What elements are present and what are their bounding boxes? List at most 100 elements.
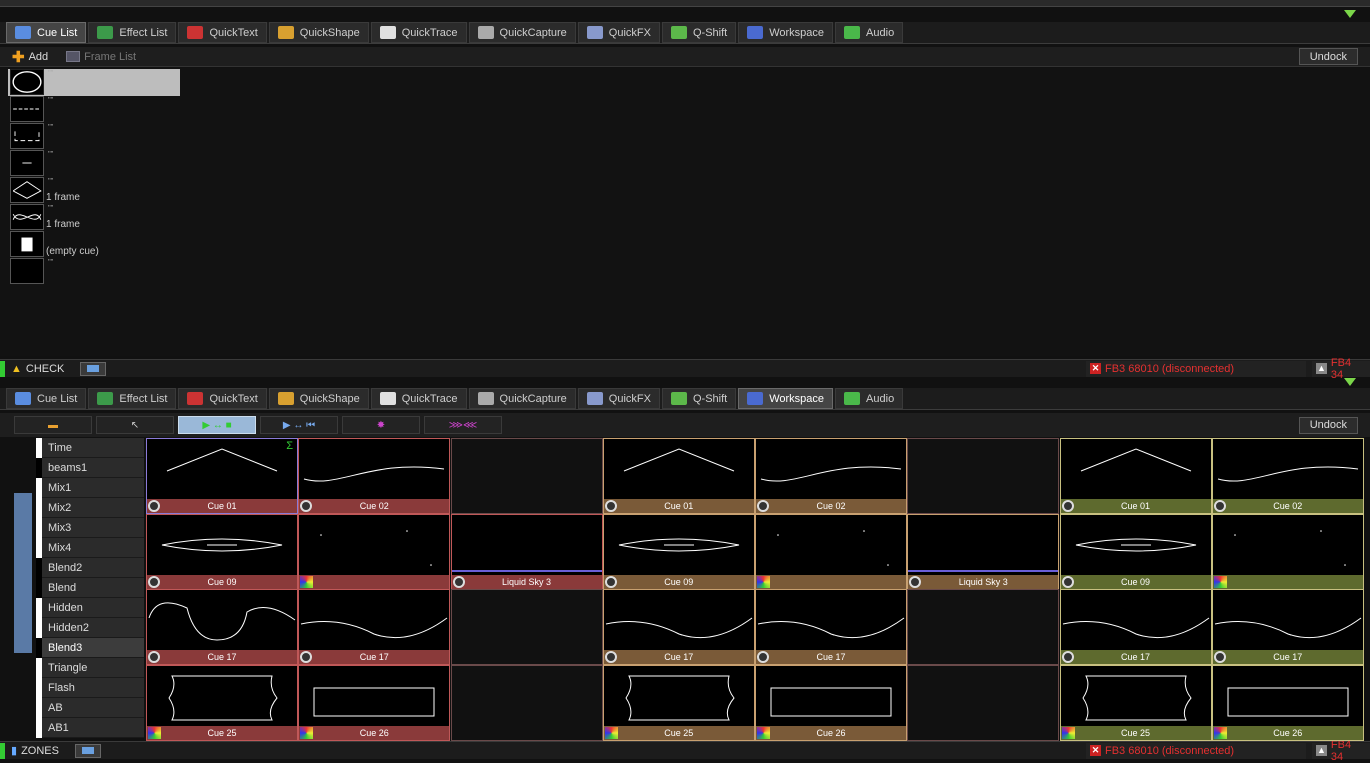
zone-item[interactable]: AB [36, 698, 144, 718]
edit-button[interactable]: ↖ [96, 416, 174, 434]
cue-cell[interactable]: Cue 02 [755, 438, 907, 514]
cue-cell[interactable]: Liquid Sky 3 [450, 513, 603, 590]
cue-item[interactable]: '''' [8, 123, 180, 150]
zone-item[interactable]: AB1 [36, 718, 144, 738]
sequence-button[interactable]: ▶ ↔ ⏮ [260, 416, 338, 434]
cue-cell[interactable] [755, 513, 907, 590]
collapse-arrow-icon[interactable] [1344, 378, 1356, 386]
cue-item[interactable]: '''' [8, 69, 180, 96]
tab-cue-list[interactable]: Cue List [6, 22, 87, 43]
cue-item[interactable]: '''' 1 frame [8, 204, 180, 231]
collapse-arrow-icon[interactable] [1344, 10, 1356, 18]
cue-cell[interactable]: Cue 26 [755, 664, 907, 741]
add-button[interactable]: ✚ Add [6, 48, 54, 66]
cue-cell[interactable] [907, 589, 1060, 665]
zone-item[interactable]: Blend3 [36, 638, 144, 658]
cue-preview [760, 466, 902, 482]
cue-item[interactable]: '''' 1 frame [8, 177, 180, 204]
zone-item[interactable]: Time [36, 438, 144, 458]
tab-workspace[interactable]: Workspace [738, 22, 834, 43]
cue-cell[interactable]: Cue 17 [298, 589, 451, 665]
cue-cell[interactable]: Cue 09 [602, 513, 755, 590]
zone-item[interactable]: Blend2 [36, 558, 144, 578]
tab-quicktrace[interactable]: QuickTrace [370, 22, 467, 43]
cue-cell[interactable]: Cue 17 [602, 589, 755, 665]
flash-button[interactable]: ✸ [342, 416, 420, 434]
zones-button[interactable]: ▮ ZONES [5, 743, 65, 759]
cue-cell[interactable] [907, 664, 1060, 741]
cue-item[interactable]: '''' [8, 96, 180, 123]
tab-audio[interactable]: Audio [835, 22, 904, 43]
tab-quicktext[interactable]: QuickText [178, 22, 267, 43]
undock-button[interactable]: Undock [1298, 416, 1358, 434]
zone-item[interactable]: Mix3 [36, 518, 144, 538]
clear-workspace-button[interactable]: ▬ [14, 416, 92, 434]
tab-quickcapture[interactable]: QuickCapture [468, 388, 576, 409]
zone-item[interactable]: Triangle [36, 658, 144, 678]
zone-item[interactable]: Mix4 [36, 538, 144, 558]
cue-cell[interactable]: Liquid Sky 3 [907, 513, 1060, 590]
zone-selection-stripe [14, 493, 32, 653]
cue-cell[interactable]: Cue 17 [755, 589, 907, 665]
tab-quickshape[interactable]: QuickShape [268, 388, 369, 409]
cue-cell[interactable] [450, 664, 603, 741]
frame-list-button[interactable]: Frame List [60, 48, 142, 65]
monitor-icon[interactable] [74, 743, 101, 758]
cue-item[interactable]: '''' [8, 150, 180, 177]
play-mode-button[interactable]: ▶ ↔ ■ [178, 416, 256, 434]
cue-cell[interactable]: Cue 25 [602, 664, 755, 741]
disc-icon [757, 500, 769, 512]
cue-cell-label: Cue 26 [1273, 727, 1303, 738]
cue-cell[interactable] [450, 438, 603, 514]
monitor-icon[interactable] [80, 361, 107, 376]
zone-item[interactable]: Mix1 [36, 478, 144, 498]
cue-cell[interactable]: Cue 01 [602, 438, 755, 514]
cue-label-bar [1212, 574, 1363, 589]
check-button[interactable]: ▲ CHECK [5, 361, 70, 377]
cue-item[interactable]: (empty cue) [8, 231, 180, 258]
tab-q-shift[interactable]: Q-Shift [661, 388, 737, 409]
zone-item[interactable]: Hidden2 [36, 618, 144, 638]
cue-cell[interactable] [1211, 513, 1364, 590]
cue-cell[interactable] [450, 589, 603, 665]
cue-preview [1080, 448, 1191, 472]
zone-item[interactable]: Hidden [36, 598, 144, 618]
cue-cell[interactable]: Cue 26 [1211, 664, 1364, 741]
cue-cell[interactable]: Cue 17 [1059, 589, 1212, 665]
zone-item[interactable]: Mix2 [36, 498, 144, 518]
tab-quickcapture[interactable]: QuickCapture [468, 22, 576, 43]
disc-icon [1061, 500, 1074, 512]
cue-cell[interactable]: Cue 01 [1059, 438, 1212, 514]
effect-button[interactable]: ⋙⋘ [424, 416, 502, 434]
tab-quicktext[interactable]: QuickText [178, 388, 267, 409]
cue-cell[interactable]: Cue 02 [1211, 438, 1364, 514]
cue-cell[interactable]: Cue 26 [298, 664, 451, 741]
tab-audio[interactable]: Audio [835, 388, 904, 409]
cue-cell[interactable]: Cue 25 [146, 664, 298, 741]
tab-quicktrace[interactable]: QuickTrace [370, 388, 467, 409]
cue-item[interactable]: '''' [8, 258, 180, 285]
tab-q-shift[interactable]: Q-Shift [661, 22, 737, 43]
zone-item[interactable]: Blend [36, 578, 144, 598]
zone-item[interactable]: Flash [36, 678, 144, 698]
tab-quickfx[interactable]: QuickFX [577, 22, 660, 43]
zone-item[interactable]: beams1 [36, 458, 144, 478]
cue-cell[interactable] [907, 438, 1060, 514]
tab-quickshape[interactable]: QuickShape [268, 22, 369, 43]
tab-workspace[interactable]: Workspace [738, 388, 834, 409]
tab-effect-list[interactable]: Effect List [88, 388, 177, 409]
cue-cell[interactable]: Cue 25 [1059, 664, 1212, 741]
cue-cell[interactable]: Cue 09 [1059, 513, 1212, 590]
tab-cue-list[interactable]: Cue List [6, 388, 87, 409]
cue-cell[interactable]: Cue 09 [146, 513, 298, 590]
tab-quickfx[interactable]: QuickFX [577, 388, 660, 409]
tab-effect-list[interactable]: Effect List [88, 22, 177, 43]
zones-label: ZONES [21, 744, 59, 757]
cue-cell[interactable]: Cue 17 [1211, 589, 1364, 665]
cue-cell[interactable] [298, 513, 451, 590]
undock-button[interactable]: Undock [1298, 48, 1358, 65]
qshift-icon [670, 26, 687, 39]
cue-cell[interactable]: Cue 02 [298, 438, 451, 514]
cue-cell[interactable]: Cue 17 [146, 589, 298, 665]
cue-cell[interactable]: Cue 01 Σ [146, 438, 298, 514]
